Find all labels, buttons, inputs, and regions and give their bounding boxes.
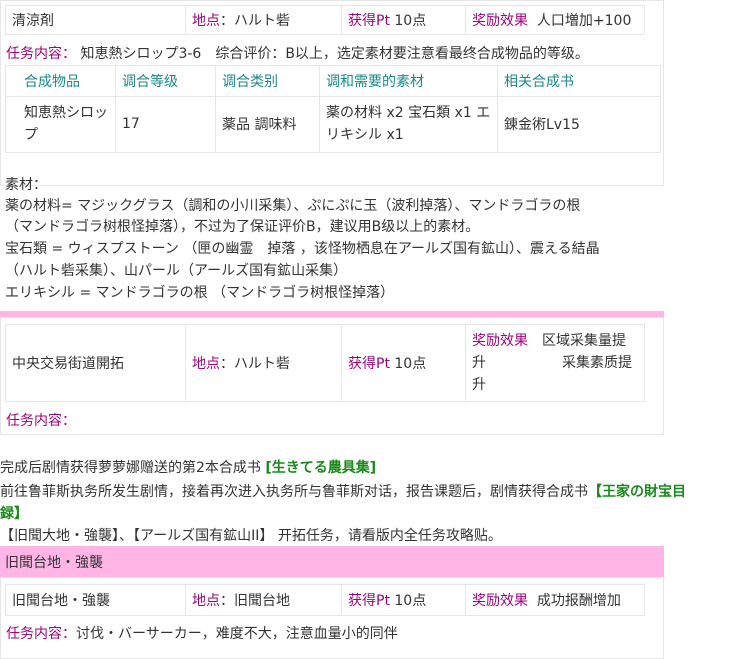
materials-line-0: 素材：	[5, 177, 47, 193]
cell-category: 薬品 調味料	[216, 96, 320, 152]
quest-name: 清涼剤	[6, 6, 186, 34]
pt-value: 10点	[394, 13, 427, 29]
cell-materials: 薬の材料 x2 宝石類 x1 エ リキシル x1	[320, 96, 498, 152]
recipe-table-header: 合成物品 调合等级 调合类别 调和需要的素材 相关合成书	[6, 66, 660, 97]
quest2-reward-value-3: 采集素质提	[562, 355, 632, 371]
header-materials: 调和需要的素材	[320, 66, 498, 96]
cell-item: 知恵熱シロッ プ	[6, 96, 116, 152]
cell-item-line2: プ	[24, 127, 38, 143]
reward-label: 奖励效果	[472, 13, 528, 29]
quest3-location: 地点：旧聞台地	[186, 585, 342, 615]
cell-materials-line2: リキシル x1	[326, 127, 404, 143]
book-link-2[interactable]: 【王家の財宝目	[588, 484, 686, 500]
quest2-reward-value-2: 升	[472, 355, 486, 371]
quest-reward: 奖励效果 人口増加+100	[466, 6, 644, 34]
quest3-content: 任务内容：讨伐・バーサーカー，难度不大，注意血量小的同伴	[6, 626, 398, 642]
recipe-table-row: 知恵熱シロッ プ 17 薬品 調味料 薬の材料 x2 宝石類 x1 エ リキシル…	[6, 96, 660, 152]
quest-info-row-3: 旧聞台地・強襲 地点：旧聞台地 获得Pt 10点 奖励效果 成功报酬增加	[5, 584, 645, 616]
quest3-pt-label: 获得Pt	[348, 593, 390, 609]
quest2-reward-value-1: 区域采集量提	[542, 333, 626, 349]
story-line-1: 完成后剧情获得萝萝娜赠送的第2本合成书 [生きてる農具集]	[0, 458, 376, 479]
header-item: 合成物品	[6, 66, 116, 96]
quest-card-2: 中央交易街道開拓 地点：ハルト砦 获得Pt 10点 奖励效果 区域采集量提 升 …	[0, 317, 664, 435]
book-link-1[interactable]: [生きてる農具集]	[265, 460, 376, 476]
quest3-reward: 奖励效果 成功报酬增加	[466, 585, 644, 615]
header-category: 调合类别	[216, 66, 320, 96]
quest3-location-value: 旧聞台地	[234, 593, 290, 609]
content-label: 任务内容	[6, 46, 62, 62]
quest3-content-value: 讨伐・バーサーカー，难度不大，注意血量小的同伴	[76, 626, 398, 642]
quest3-name: 旧聞台地・強襲	[6, 585, 186, 615]
story-line-2: 前往鲁菲斯执务所发生剧情，接着再次进入执务所与鲁菲斯对话，报告课题后，剧情获得合…	[0, 482, 686, 503]
quest-pt: 获得Pt 10点	[342, 6, 466, 34]
cell-level: 17	[116, 96, 216, 152]
recipe-table: 合成物品 调合等级 调合类别 调和需要的素材 相关合成书 知恵熱シロッ プ 17…	[5, 65, 661, 153]
materials-line-2: （マンドラゴラ树根怪掉落），不过为了保证评价B，建议用B级以上的素材。	[5, 219, 480, 235]
quest3-pt-value: 10点	[394, 593, 427, 609]
quest2-content-label: 任务内容：	[6, 413, 76, 429]
quest-info-row-1: 清涼剤 地点：ハルト砦 获得Pt 10点 奖励效果 人口増加+100	[5, 5, 645, 35]
story-line-3: 【旧聞大地・強襲】、【アールズ国有鉱山II】 开拓任务，请看版内全任务攻略贴。	[0, 528, 502, 544]
materials-line-1: 薬の材料= マジックグラス（調和の小川采集）、ぷにぷに玉（波利掉落）、マンドラゴ…	[5, 198, 581, 214]
header-level: 调合等级	[116, 66, 216, 96]
quest-content: 任务内容： 知恵熱シロップ3-6 综合评价：B以上，选定素材要注意看最终合成物品…	[6, 46, 589, 62]
quest3-header: 旧聞台地・強襲	[0, 546, 664, 577]
cell-book: 錬金術Lv15	[504, 117, 580, 133]
quest2-location-label: 地点	[192, 356, 220, 372]
quest2-pt-value: 10点	[394, 356, 427, 372]
quest3-content-label: 任务内容	[6, 626, 62, 642]
quest3-pt: 获得Pt 10点	[342, 585, 466, 615]
quest3-reward-label: 奖励效果	[472, 593, 528, 609]
quest-info-row-2: 中央交易街道開拓 地点：ハルト砦 获得Pt 10点 奖励效果 区域采集量提 升 …	[5, 324, 645, 402]
quest2-pt: 获得Pt 10点	[342, 325, 466, 401]
book-link-2-cont[interactable]: 録】	[0, 504, 28, 525]
quest2-reward: 奖励效果 区域采集量提 升 采集素质提 升	[466, 325, 644, 401]
location-value: ハルト砦	[234, 13, 290, 29]
materials-line-3: 宝石類 = ウィスプストーン （匣の幽霊 掉落 ，该怪物栖息在アールズ国有鉱山）…	[5, 241, 600, 257]
quest2-name-text: 中央交易街道開拓	[12, 356, 124, 372]
quest2-reward-label: 奖励效果	[472, 333, 528, 349]
quest-card-1: 清涼剤 地点：ハルト砦 获得Pt 10点 奖励效果 人口増加+100 任务内容：…	[0, 0, 664, 186]
quest2-location-value: ハルト砦	[234, 356, 290, 372]
header-book: 相关合成书	[504, 74, 574, 90]
quest3-reward-value: 成功报酬增加	[536, 593, 621, 609]
story-line1-text: 完成后剧情获得萝萝娜赠送的第2本合成书	[0, 460, 261, 476]
quest2-reward-value-4: 升	[472, 377, 486, 393]
quest3-header-text: 旧聞台地・強襲	[5, 555, 103, 571]
cell-item-line1: 知恵熱シロッ	[24, 105, 108, 121]
quest3-location-label: 地点	[192, 593, 220, 609]
reward-value: 人口増加+100	[536, 13, 632, 29]
content-value: 知恵熱シロップ3-6 综合评价：B以上，选定素材要注意看最终合成物品的等级。	[80, 46, 589, 62]
quest-card-3: 旧聞台地・強襲 地点：旧聞台地 获得Pt 10点 奖励效果 成功报酬增加 任务内…	[0, 577, 664, 659]
cell-materials-line1: 薬の材料 x2 宝石類 x1 エ	[326, 105, 491, 121]
materials-line-4: （ハルト砦采集）、山パール（アールズ国有鉱山采集）	[5, 263, 348, 279]
story-line2-text: 前往鲁菲斯执务所发生剧情，接着再次进入执务所与鲁菲斯对话，报告课题后，剧情获得合…	[0, 484, 588, 500]
location-label: 地点	[192, 13, 220, 29]
materials-line-5: エリキシル = マンドラゴラの根 （マンドラゴラ树根怪掉落）	[5, 285, 395, 301]
quest2-location: 地点：ハルト砦	[186, 325, 342, 401]
quest-name-text: 清涼剤	[12, 13, 54, 29]
pt-label: 获得Pt	[348, 13, 390, 29]
quest3-name-text: 旧聞台地・強襲	[12, 593, 110, 609]
quest-location: 地点：ハルト砦	[186, 6, 342, 34]
quest2-pt-label: 获得Pt	[348, 356, 390, 372]
quest2-name: 中央交易街道開拓	[6, 325, 186, 401]
